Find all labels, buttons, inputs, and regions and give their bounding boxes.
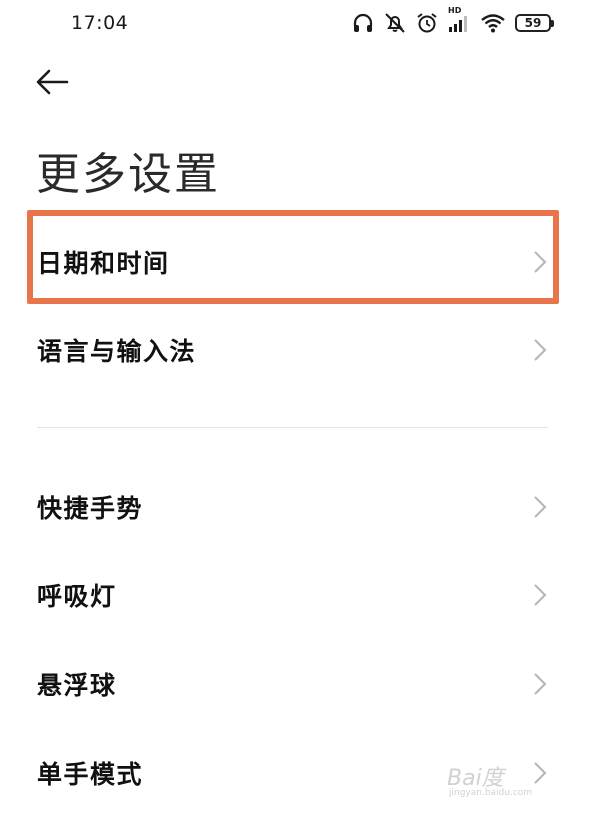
menu-item-floating-ball[interactable]: 悬浮球 xyxy=(0,654,591,714)
wifi-icon xyxy=(480,12,506,34)
menu-item-label: 悬浮球 xyxy=(37,671,117,700)
baidu-watermark: Bai度 jingyan.baidu.com xyxy=(447,756,557,804)
chevron-right-icon xyxy=(532,494,548,520)
status-time: 17:04 xyxy=(71,12,129,34)
chevron-right-icon xyxy=(532,671,548,697)
page-title: 更多设置 xyxy=(36,149,220,200)
back-button[interactable] xyxy=(34,66,76,102)
section-divider xyxy=(37,427,548,428)
battery-level: 59 xyxy=(515,14,554,32)
menu-item-quick-gestures[interactable]: 快捷手势 xyxy=(0,477,591,537)
menu-item-label: 日期和时间 xyxy=(37,249,170,278)
hd-signal-icon: HD xyxy=(447,6,471,34)
menu-item-date-time[interactable]: 日期和时间 xyxy=(0,232,591,292)
menu-item-label: 单手模式 xyxy=(37,760,144,789)
status-bar: 17:04 HD 59 xyxy=(0,0,591,46)
mute-icon xyxy=(383,12,407,34)
back-arrow-icon xyxy=(34,68,70,100)
hd-label: HD xyxy=(448,6,462,15)
status-icons: HD 59 xyxy=(343,6,554,36)
menu-item-label: 语言与输入法 xyxy=(37,337,197,366)
menu-item-notification-light[interactable]: 呼吸灯 xyxy=(0,565,591,625)
watermark-domain: jingyan.baidu.com xyxy=(449,788,533,798)
more-settings-screen: 17:04 HD 59 更多设置 日期和时间 语言与输入法 快捷手势 呼吸灯 悬… xyxy=(0,0,591,820)
menu-item-language-input[interactable]: 语言与输入法 xyxy=(0,320,591,380)
chevron-right-icon xyxy=(532,337,548,363)
chevron-right-icon xyxy=(532,582,548,608)
battery-icon: 59 xyxy=(515,14,554,32)
alarm-icon xyxy=(416,12,438,34)
headphones-icon xyxy=(352,12,374,34)
menu-item-label: 快捷手势 xyxy=(37,494,144,523)
chevron-right-icon xyxy=(532,249,548,275)
menu-item-label: 呼吸灯 xyxy=(37,582,117,611)
